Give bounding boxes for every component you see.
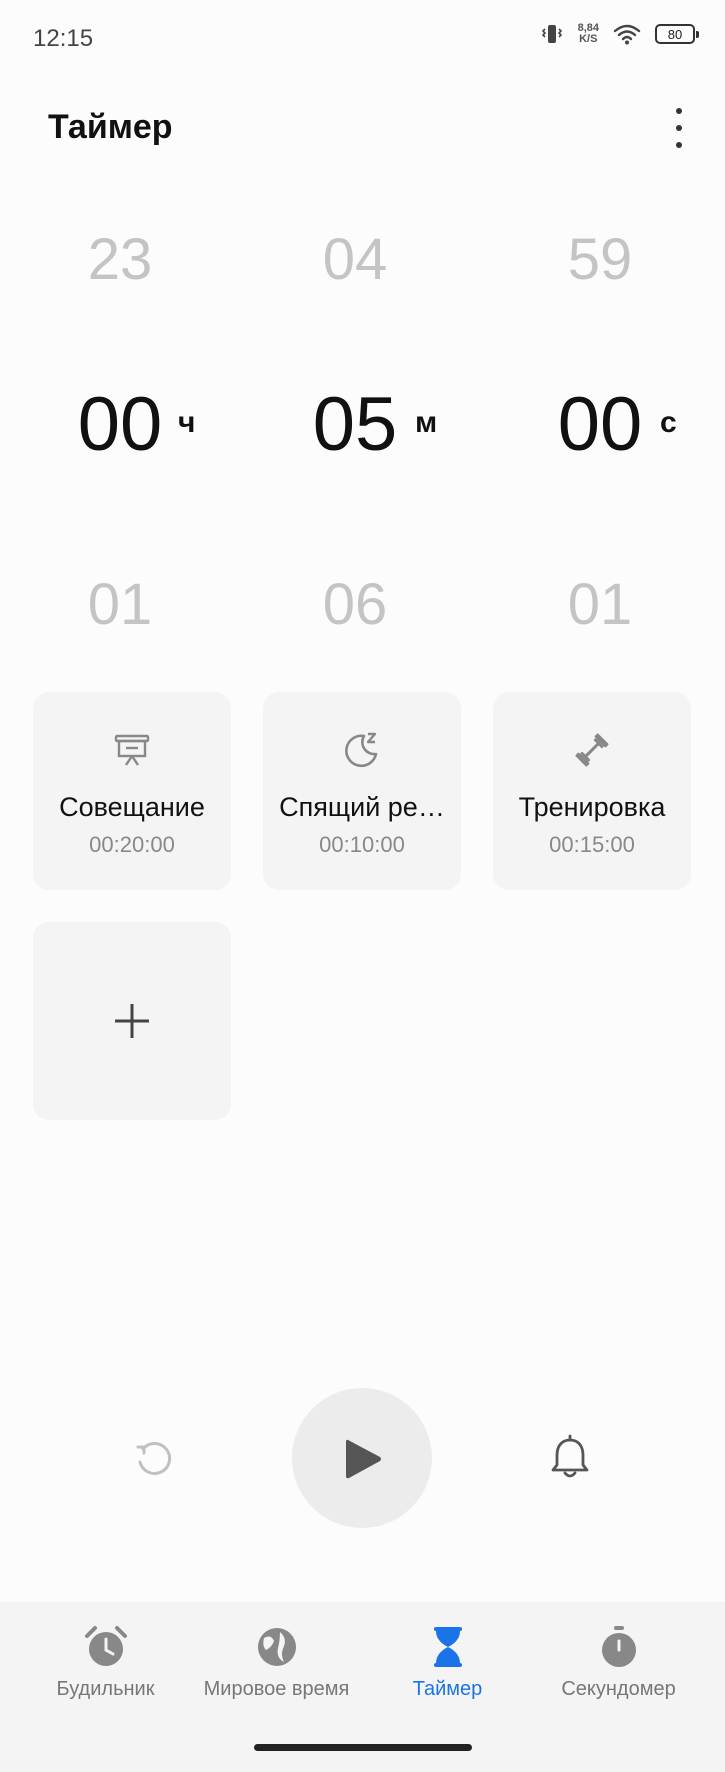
hours-picker[interactable]: 23 00 ч 01 xyxy=(0,225,240,640)
more-dot-icon xyxy=(676,125,682,131)
minutes-current[interactable]: 05 м xyxy=(235,380,475,470)
nav-label: Будильник xyxy=(56,1678,155,1700)
seconds-current[interactable]: 00 с xyxy=(480,380,720,470)
seconds-next[interactable]: 01 xyxy=(480,570,720,640)
preset-duration: 00:15:00 xyxy=(549,832,635,857)
net-speed-unit: K/S xyxy=(579,33,598,45)
sound-button[interactable] xyxy=(546,1434,594,1482)
nav-item-stopwatch[interactable]: Секундомер xyxy=(528,1624,709,1701)
bell-icon xyxy=(551,1434,589,1478)
hourglass-icon xyxy=(433,1627,462,1667)
hours-prev[interactable]: 23 xyxy=(0,225,240,295)
nav-label: Таймер xyxy=(412,1678,483,1700)
stopwatch-icon xyxy=(601,1626,636,1667)
preset-card-meeting[interactable]: Совещание 00:20:00 xyxy=(33,692,231,890)
preset-name: Спящий ре… xyxy=(279,792,445,822)
presentation-icon xyxy=(114,734,150,766)
seconds-value: 00 xyxy=(557,382,643,467)
nav-label: Мировое время xyxy=(203,1678,350,1700)
more-dot-icon xyxy=(676,142,682,148)
hours-next[interactable]: 01 xyxy=(0,570,240,640)
minutes-unit: м xyxy=(415,406,438,439)
nav-item-alarm[interactable]: Будильник xyxy=(15,1624,196,1701)
status-time: 12:15 xyxy=(33,25,94,52)
preset-duration: 00:10:00 xyxy=(319,832,405,857)
moon-sleep-icon xyxy=(345,732,378,768)
dumbbell-icon xyxy=(575,733,609,767)
preset-name: Совещание xyxy=(59,792,205,822)
preset-card-workout[interactable]: Тренировка 00:15:00 xyxy=(493,692,691,890)
hours-unit: ч xyxy=(178,406,196,439)
reset-icon xyxy=(136,1442,172,1475)
minutes-next[interactable]: 06 xyxy=(235,570,475,640)
seconds-prev[interactable]: 59 xyxy=(480,225,720,295)
play-icon xyxy=(346,1439,381,1479)
nav-item-timer[interactable]: Таймер xyxy=(357,1624,538,1701)
preset-name: Тренировка xyxy=(518,792,666,822)
nav-label: Секундомер xyxy=(561,1678,676,1700)
battery-icon: 80 xyxy=(655,24,699,44)
battery-level: 80 xyxy=(667,26,683,42)
preset-card-sleep[interactable]: Спящий ре… 00:10:00 xyxy=(263,692,461,890)
wifi-icon xyxy=(613,24,641,45)
minutes-value: 05 xyxy=(312,382,398,467)
start-button[interactable] xyxy=(292,1388,432,1528)
add-preset-button[interactable] xyxy=(33,922,231,1120)
more-options-button[interactable] xyxy=(671,108,687,148)
hours-value: 00 xyxy=(77,382,163,467)
minutes-picker[interactable]: 04 05 м 06 xyxy=(235,225,475,640)
status-icons: 8,84 K/S 80 xyxy=(540,22,699,46)
status-bar: 12:15 8,84 K/S 80 xyxy=(0,0,725,78)
preset-duration: 00:20:00 xyxy=(89,832,175,857)
hours-current[interactable]: 00 ч xyxy=(0,380,240,470)
vibrate-icon xyxy=(541,25,562,43)
page-title: Таймер xyxy=(48,108,173,146)
reset-button[interactable] xyxy=(130,1434,178,1482)
globe-icon xyxy=(257,1628,296,1666)
nav-item-world-clock[interactable]: Мировое время xyxy=(186,1624,367,1701)
net-speed: 8,84 K/S xyxy=(578,23,599,45)
seconds-unit: с xyxy=(660,406,677,439)
more-dot-icon xyxy=(676,108,682,114)
alarm-clock-icon xyxy=(84,1626,127,1666)
home-indicator[interactable] xyxy=(254,1744,472,1751)
plus-icon xyxy=(115,1004,149,1038)
minutes-prev[interactable]: 04 xyxy=(235,225,475,295)
seconds-picker[interactable]: 59 00 с 01 xyxy=(480,225,720,640)
